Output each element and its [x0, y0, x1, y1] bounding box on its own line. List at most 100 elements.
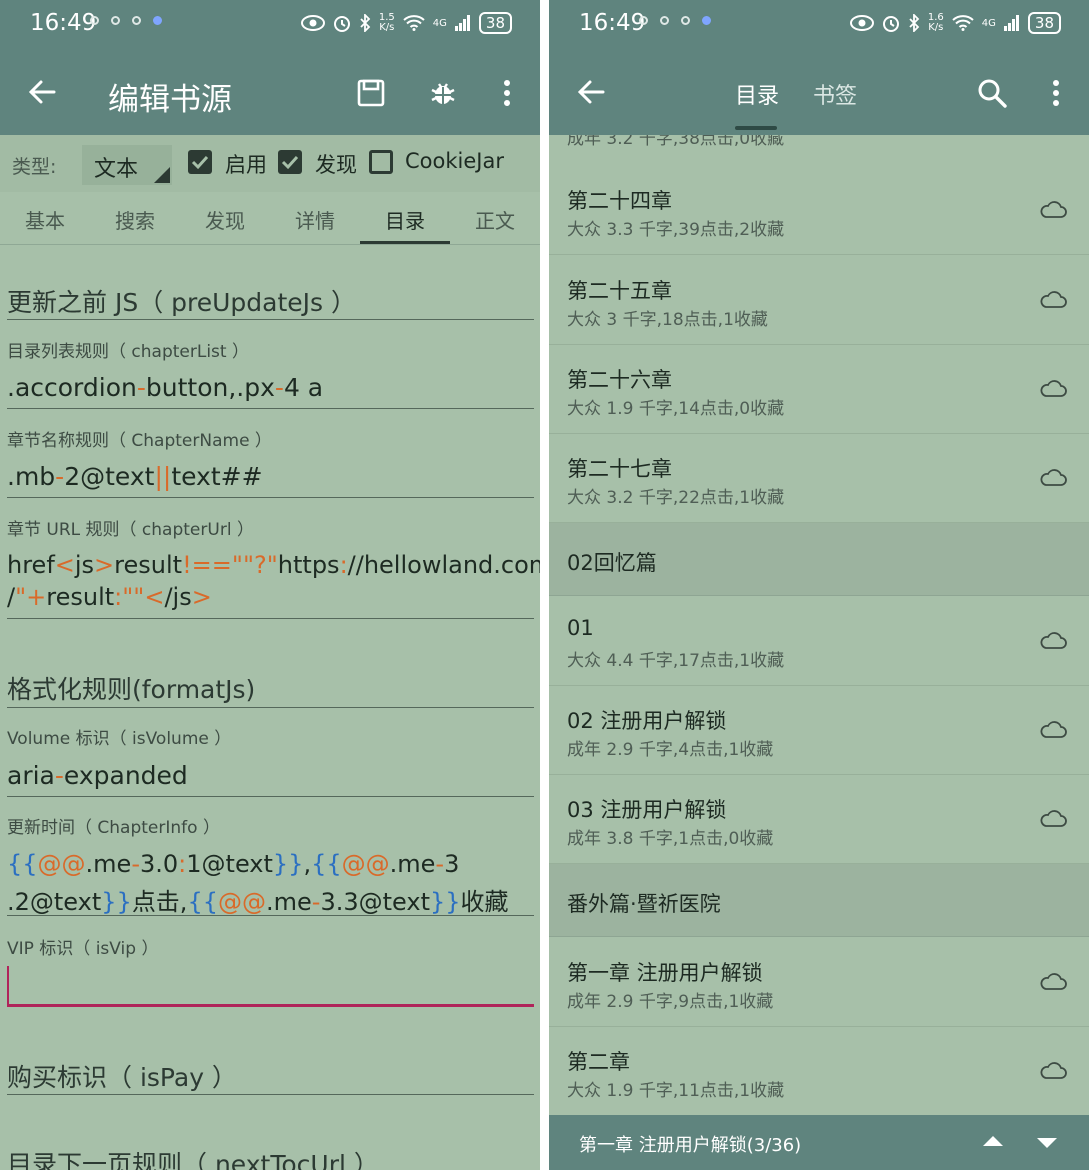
chapter-title: 第一章 注册用户解锁 [567, 961, 763, 985]
format-js-field[interactable]: 格式化规则(formatJs) [7, 670, 255, 706]
save-icon [357, 79, 385, 107]
save-button[interactable] [350, 72, 392, 114]
cookiejar-label: CookieJar [405, 149, 504, 173]
field-underline [7, 408, 534, 409]
volume-header[interactable]: 02回忆篇 [549, 523, 1089, 596]
tab-content[interactable]: 正文 [450, 205, 540, 234]
tab-toc[interactable]: 目录 [360, 205, 450, 234]
more-menu-button[interactable] [1035, 72, 1077, 114]
next-toc-url-field[interactable]: 目录下一页规则（ nextTocUrl ） [7, 1145, 379, 1170]
type-row: 类型: 文本 启用 发现 CookieJar [0, 135, 540, 192]
tab-search[interactable]: 搜索 [90, 205, 180, 234]
enable-checkbox[interactable] [188, 150, 212, 174]
chapter-info: 大众 3 千字,18点击,1收藏 [567, 310, 768, 330]
toc-item[interactable]: 第二十五章 大众 3 千字,18点击,1收藏 [549, 255, 1089, 345]
status-time: 16:49 [30, 10, 97, 36]
check-icon [191, 155, 209, 170]
chapter-title: 第二十七章 [567, 457, 672, 481]
status-icons: 1.6 K/s 4G 38 [849, 12, 1061, 34]
discover-checkbox[interactable] [278, 150, 302, 174]
back-arrow-icon[interactable] [22, 72, 62, 112]
eye-icon [300, 15, 325, 31]
toc-app-bar: 16:49 1.6 K/s 4G 38 目录 书签 [549, 0, 1089, 135]
is-vip-label: VIP 标识（ isVip ） [7, 939, 159, 959]
toc-item[interactable]: 02 注册用户解锁 成年 2.9 千字,4点击,1收藏 [549, 685, 1089, 775]
field-underline [7, 618, 534, 619]
chapter-title: 第二十五章 [567, 279, 672, 303]
is-volume-input[interactable]: aria-expanded [7, 761, 188, 790]
toc-item[interactable]: 01 大众 4.4 千字,17点击,1收藏 [549, 596, 1089, 686]
signal-icon [1003, 15, 1019, 31]
signal-icon [454, 15, 470, 31]
tab-indicator [735, 126, 777, 130]
cloud-icon [1040, 469, 1067, 486]
volume-header[interactable]: 番外篇·暨祈医院 [549, 864, 1089, 937]
toc-item[interactable]: 03 注册用户解锁 成年 3.8 千字,1点击,0收藏 [549, 774, 1089, 864]
debug-button[interactable] [422, 72, 464, 114]
back-arrow-icon[interactable] [571, 72, 611, 112]
chapter-info-input-line2[interactable]: .2@text}}点击,{{@@.me-3.3@text}}收藏 [7, 882, 509, 917]
toc-item[interactable]: 第二章 大众 1.9 千字,11点击,1收藏 [549, 1026, 1089, 1116]
chapter-title: 第二十六章 [567, 368, 672, 392]
is-vip-input[interactable] [7, 1004, 534, 1007]
toc-item[interactable]: 第一章 注册用户解锁 成年 2.9 千字,9点击,1收藏 [549, 937, 1089, 1027]
tab-bookmarks[interactable]: 书签 [813, 78, 857, 110]
chapter-url-input-line2[interactable]: /"+result:""</js> [7, 583, 212, 611]
signal-label: 4G [981, 17, 996, 29]
status-time: 16:49 [579, 10, 646, 36]
chapter-title: 第二章 [567, 1050, 630, 1074]
battery-icon: 38 [478, 12, 512, 34]
chapter-list-input[interactable]: .accordion-button,.px-4 a [7, 373, 323, 402]
chapter-info: 大众 4.4 千字,17点击,1收藏 [567, 651, 785, 671]
field-underline [7, 796, 534, 797]
tab-detail[interactable]: 详情 [270, 205, 360, 234]
eye-icon [849, 15, 874, 31]
search-button[interactable] [971, 72, 1013, 114]
screen-divider [540, 0, 549, 1170]
chapter-url-input[interactable]: href<js>result!==""?"https://hellowland.… [7, 551, 540, 579]
chapter-info: 成年 2.9 千字,4点击,1收藏 [567, 740, 774, 760]
editor-app-bar: 16:49 1.5 K/s 4G 38 编辑书源 [0, 0, 540, 135]
cloud-icon [1040, 632, 1067, 649]
cookiejar-checkbox[interactable] [369, 150, 393, 174]
toc-item[interactable]: 第二十七章 大众 3.2 千字,22点击,1收藏 [549, 433, 1089, 523]
scroll-down-icon[interactable] [1035, 1135, 1059, 1151]
tab-toc[interactable]: 目录 [735, 78, 779, 110]
current-chapter-label[interactable]: 第一章 注册用户解锁(3/36) [579, 1131, 801, 1157]
more-vertical-icon [504, 80, 510, 106]
discover-label: 发现 [315, 153, 357, 177]
wifi-icon [952, 15, 974, 31]
cloud-icon [1040, 380, 1067, 397]
status-icons: 1.5 K/s 4G 38 [300, 12, 512, 34]
current-chapter-bar: 第一章 注册用户解锁(3/36) [549, 1115, 1089, 1170]
notification-dots [639, 16, 711, 25]
more-menu-button[interactable] [486, 72, 528, 114]
volume-title: 番外篇·暨祈医院 [567, 892, 721, 916]
type-dropdown[interactable]: 文本 [82, 145, 172, 185]
check-icon [281, 155, 299, 170]
bluetooth-icon [909, 14, 920, 32]
chapter-title: 第二十四章 [567, 189, 672, 213]
toc-item[interactable]: 第二十六章 大众 1.9 千字,14点击,0收藏 [549, 344, 1089, 434]
cloud-icon [1040, 810, 1067, 827]
is-pay-field[interactable]: 购买标识（ isPay ） [7, 1058, 237, 1094]
enable-label: 启用 [225, 153, 267, 177]
chapter-title: 03 注册用户解锁 [567, 798, 727, 822]
tab-basic[interactable]: 基本 [0, 205, 90, 234]
tab-discover[interactable]: 发现 [180, 205, 270, 234]
cloud-icon [1040, 201, 1067, 218]
cloud-icon [1040, 973, 1067, 990]
volume-title: 02回忆篇 [567, 551, 657, 575]
page-title: 编辑书源 [108, 82, 232, 118]
chapter-name-input[interactable]: .mb-2@text||text## [7, 462, 263, 491]
net-speed: 1.6 K/s [927, 12, 944, 33]
chapter-info-input[interactable]: {{@@.me-3.0:1@text}},{{@@.me-3 [7, 850, 459, 878]
chapter-title: 02 注册用户解锁 [567, 709, 727, 733]
more-vertical-icon [1053, 80, 1059, 106]
chapter-info: 大众 1.9 千字,11点击,1收藏 [567, 1081, 785, 1101]
field-underline [7, 915, 534, 916]
rule-tabs: 基本 搜索 发现 详情 目录 正文 [0, 192, 540, 245]
toc-item[interactable]: 第二十四章 大众 3.3 千字,39点击,2收藏 [549, 165, 1089, 255]
scroll-up-icon[interactable] [981, 1133, 1005, 1149]
pre-update-js-field[interactable]: 更新之前 JS（ preUpdateJs ） [7, 283, 356, 319]
